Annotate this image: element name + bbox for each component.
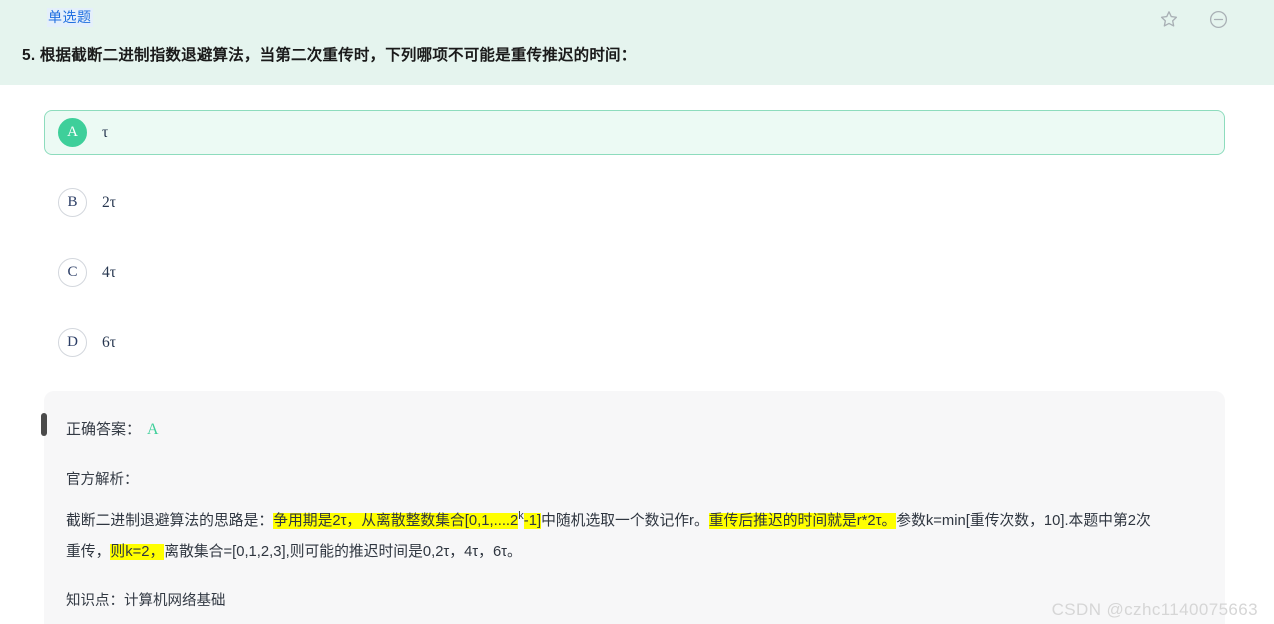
knowledge-point-value: 计算机网络基础 [124, 593, 226, 609]
option-c-badge: C [58, 258, 87, 287]
option-b-label: 2τ [102, 193, 116, 211]
page-title: 5. 根据截断二进制指数退避算法，当第二次重传时，下列哪项不可能是重传推迟的时间… [22, 47, 637, 64]
knowledge-point-label: 知识点： [66, 593, 124, 609]
question-type-tag: 单选题 [47, 8, 93, 27]
option-c-label: 4τ [102, 263, 116, 281]
analysis-segment-7: 则k=2， [110, 544, 165, 560]
analysis-label: 官方解析： [66, 472, 139, 488]
correct-answer-row: 正确答案： A [66, 417, 1225, 442]
option-a[interactable]: A τ [44, 110, 1225, 155]
panel-collapse-handle[interactable] [41, 413, 47, 436]
correct-answer-label: 正确答案： [66, 421, 142, 438]
option-d-label: 6τ [102, 333, 116, 351]
minus-circle-icon[interactable] [1206, 7, 1230, 31]
option-b[interactable]: B 2τ [44, 180, 1225, 225]
analysis-segment-3: -1] [523, 513, 542, 529]
analysis-body: 截断二进制退避算法的思路是：争用期是2τ，从离散整数集合[0,1,....2k-… [66, 506, 1156, 568]
option-d-badge: D [58, 328, 87, 357]
option-a-badge: A [58, 118, 87, 147]
analysis-segment-1: 争用期是2τ，从离散整数集合[0,1,....2 [273, 513, 519, 529]
option-d[interactable]: D 6τ [44, 320, 1225, 365]
option-c[interactable]: C 4τ [44, 250, 1225, 295]
analysis-segment-2: k [518, 510, 524, 523]
analysis-segment-5: 重传后推迟的时间就是r*2τ。 [708, 513, 897, 529]
question-page: 单选题 5. 根据截断二进制指数退避算法，当第二次重传时，下列哪项不可能是重传推… [0, 0, 1274, 624]
analysis-segment-0: 截断二进制退避算法的思路是： [66, 513, 274, 529]
question-header: 单选题 5. 根据截断二进制指数退避算法，当第二次重传时，下列哪项不可能是重传推… [0, 0, 1274, 85]
option-b-badge: B [58, 188, 87, 217]
option-a-label: τ [102, 123, 109, 141]
correct-answer-value: A [147, 421, 159, 438]
watermark: CSDN @czhc1140075663 [1051, 600, 1258, 619]
analysis-segment-4: 中随机选取一个数记作r。 [541, 513, 709, 529]
star-icon[interactable] [1157, 7, 1181, 31]
explanation-panel: 正确答案： A 官方解析： 截断二进制退避算法的思路是：争用期是2τ，从离散整数集… [41, 391, 1225, 624]
analysis-segment-8: 离散集合=[0,1,2,3],则可能的推迟时间是0,2τ，4τ，6τ。 [164, 544, 522, 560]
header-icon-group [1157, 7, 1230, 31]
